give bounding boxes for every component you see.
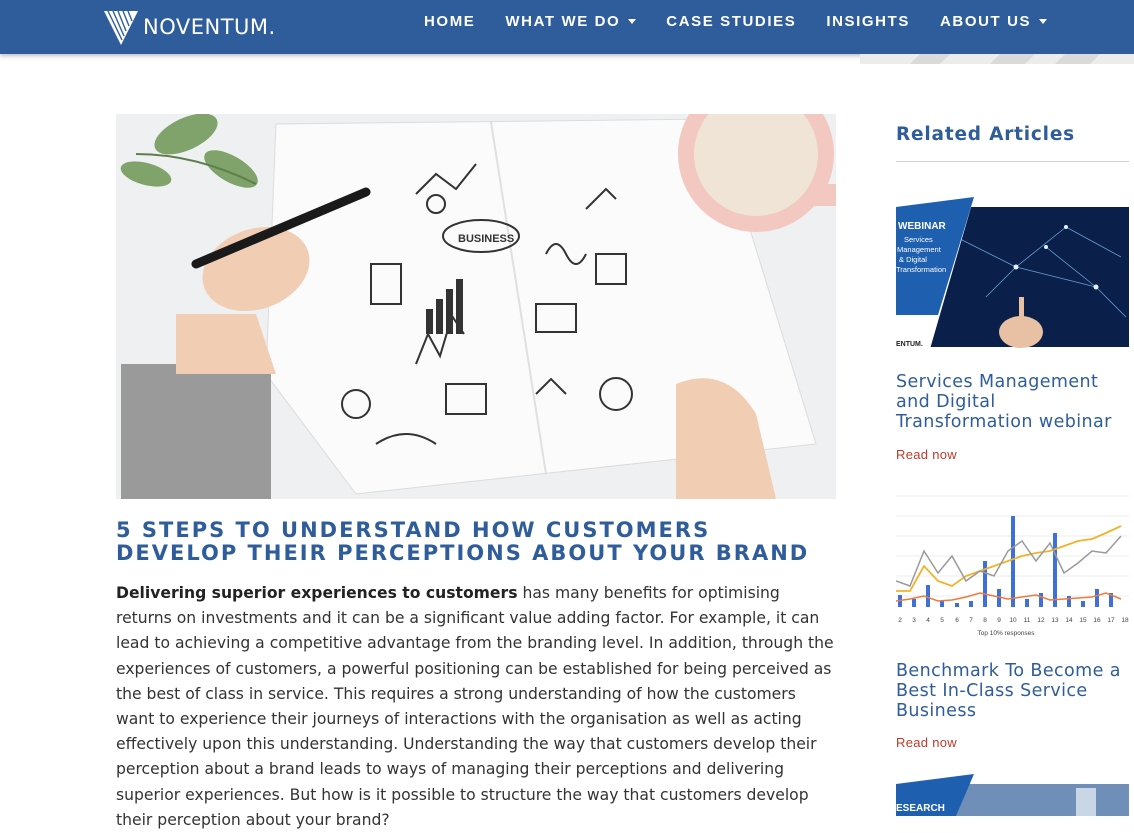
nav-about-us-label: ABOUT US [939,13,1032,30]
hero-sketch-label: BUSINESS [458,233,514,245]
article-lead: Delivering superior experiences to custo… [116,584,518,602]
thumb-x-label: 8 [983,617,987,624]
main-nav: HOME WHAT WE DO CASE STUDIES INSIGHTS AB… [424,13,1048,30]
thumb-x-label: 13 [1051,617,1059,624]
thumb-x-label: 7 [969,617,973,624]
article-body: Delivering superior experiences to custo… [116,581,836,833]
brand-name: NOVENTUM. [143,15,276,39]
header-decoration [860,54,1134,64]
thumb-x-label: 14 [1065,617,1073,624]
thumb-x-label: 6 [955,617,959,624]
nav-case-studies-label: CASE STUDIES [666,13,797,30]
caret-down-icon [1039,19,1048,24]
thumb-footer: ENTUM. [896,341,923,348]
related-card-2-read-now-link[interactable]: Read now [896,735,957,750]
thumb-line: Transformation [896,265,946,274]
caret-down-icon [628,19,637,24]
thumb-line: Services [904,235,933,244]
article-body-text: has many benefits for optimising returns… [116,584,834,829]
thumb-x-label: 11 [1024,617,1031,624]
nav-what-we-do[interactable]: WHAT WE DO [505,13,637,30]
thumb-line: Management [897,245,942,254]
nav-home-label: HOME [424,13,476,30]
logo-mark-icon [104,10,138,45]
related-card-1-title[interactable]: Services Management and Digital Transfor… [896,372,1129,432]
related-card-2-title[interactable]: Benchmark To Become a Best In-Class Serv… [896,661,1129,721]
thumb-badge: ESEARCH [896,803,945,814]
thumb-x-label: 17 [1107,617,1115,624]
nav-what-we-do-label: WHAT WE DO [505,13,621,30]
thumb-x-label: 10 [1009,617,1017,624]
thumb-x-label: 12 [1037,617,1045,624]
nav-insights-label: INSIGHTS [826,13,910,30]
thumb-x-label: 3 [912,617,916,624]
article-title: 5 STEPS TO UNDERSTAND HOW CUSTOMERS DEVE… [116,518,810,565]
thumb-x-label: 15 [1079,617,1087,624]
thumb-x-label: 18 [1121,617,1129,624]
brand-logo[interactable]: NOVENTUM. [102,8,276,46]
related-card-1-read-now-link[interactable]: Read now [896,447,957,462]
related-card-3-thumbnail[interactable]: ESEARCH [896,774,1129,816]
thumb-x-label: 5 [940,617,944,624]
thumb-x-label: 9 [997,617,1001,624]
related-card-2-thumbnail[interactable]: 2 3 4 5 6 7 8 9 10 11 12 13 14 15 16 17 … [896,481,1129,638]
article-hero-image: BUSINESS [116,114,836,499]
thumb-badge: WEBINAR [898,221,947,232]
nav-about-us[interactable]: ABOUT US [939,13,1048,30]
sidebar-title: Related Articles [896,124,1075,145]
nav-case-studies[interactable]: CASE STUDIES [666,13,796,30]
thumb-caption: Top 10% responses [977,630,1035,637]
nav-home[interactable]: HOME [424,13,475,30]
thumb-line: & Digital [899,255,927,264]
top-navbar: NOVENTUM. HOME WHAT WE DO CASE STUDIES I… [0,0,1134,54]
thumb-x-label: 2 [898,617,902,624]
thumb-x-label: 4 [926,617,930,624]
thumb-x-label: 16 [1093,617,1101,624]
nav-insights[interactable]: INSIGHTS [826,13,910,30]
related-card-1-thumbnail[interactable]: WEBINAR Services Management & Digital Tr… [896,197,1129,349]
sidebar-divider [896,161,1129,162]
